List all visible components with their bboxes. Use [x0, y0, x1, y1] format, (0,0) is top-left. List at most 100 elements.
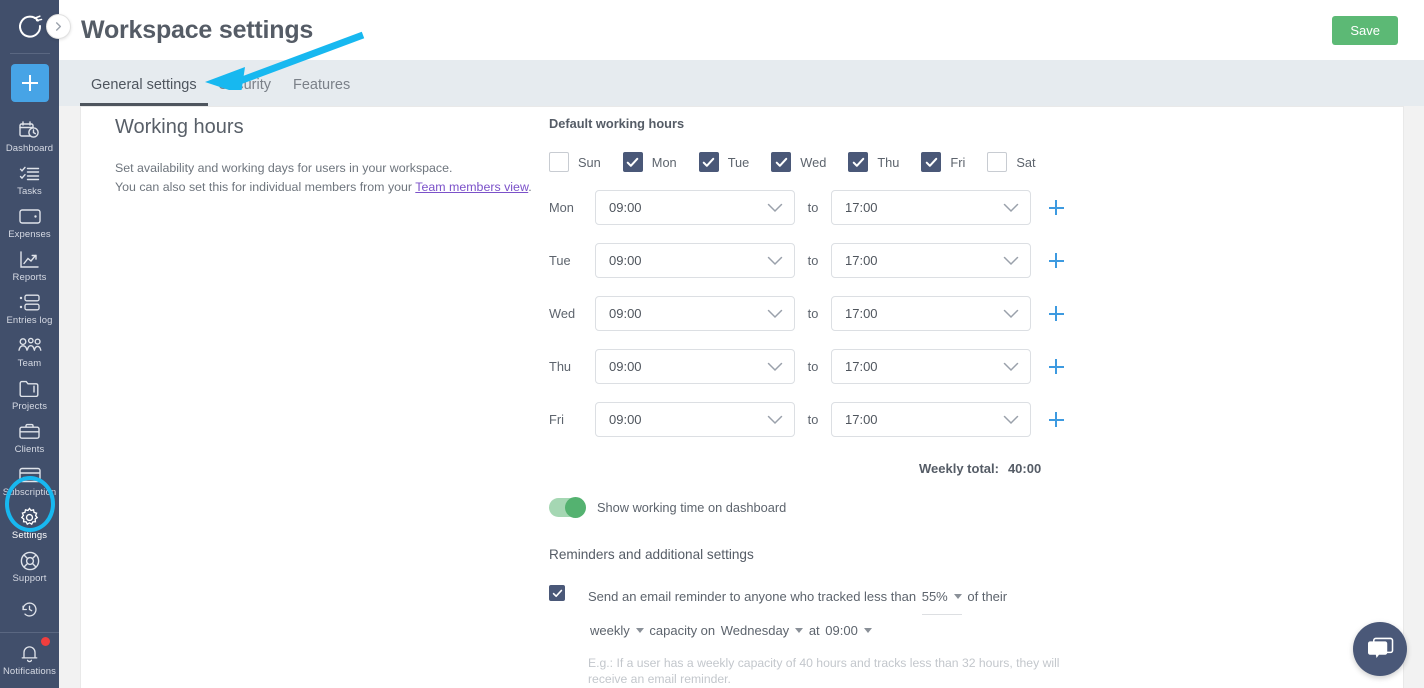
- caret-down-icon: [636, 628, 644, 633]
- sidebar-item-support[interactable]: Support: [0, 542, 59, 585]
- end-time-select-thu[interactable]: 17:00: [831, 349, 1031, 384]
- desc-line-1: Set availability and working days for us…: [115, 161, 452, 175]
- add-time-slot-button-thu[interactable]: [1047, 358, 1065, 376]
- add-time-slot-button-fri[interactable]: [1047, 411, 1065, 429]
- clockify-logo-icon: [17, 13, 43, 39]
- show-working-time-toggle[interactable]: [549, 498, 585, 517]
- add-time-slot-button-tue[interactable]: [1047, 252, 1065, 270]
- caret-down-icon: [795, 628, 803, 633]
- start-time-select-fri[interactable]: 09:00: [595, 402, 795, 437]
- desc-line-2-suffix: .: [528, 180, 531, 194]
- start-time-select-thu[interactable]: 09:00: [595, 349, 795, 384]
- checkbox-box: [623, 152, 643, 172]
- check-icon: [925, 157, 938, 168]
- chevron-down-icon: [767, 256, 783, 266]
- main-area: Workspace settings Save General settings…: [59, 0, 1424, 688]
- hours-row-thu: Thu 09:00 to 17:00: [549, 349, 1309, 384]
- day-label: Mon: [652, 155, 677, 170]
- email-reminder-checkbox[interactable]: [549, 585, 565, 601]
- start-time-select-mon[interactable]: 09:00: [595, 190, 795, 225]
- sidebar-item-tasks[interactable]: Tasks: [0, 155, 59, 198]
- hours-row-mon: Mon 09:00 to 17:00: [549, 190, 1309, 225]
- time-dropdown[interactable]: 09:00: [825, 615, 872, 646]
- team-members-view-link[interactable]: Team members view: [415, 180, 528, 194]
- start-time-select-wed[interactable]: 09:00: [595, 296, 795, 331]
- reports-icon: [19, 249, 40, 270]
- add-new-button[interactable]: [11, 64, 49, 102]
- sidebar-item-entries-log[interactable]: Entries log: [0, 284, 59, 327]
- day-checkbox-thu[interactable]: Thu: [848, 152, 899, 172]
- sidebar-item-clients[interactable]: Clients: [0, 413, 59, 456]
- day-checkbox-wed[interactable]: Wed: [771, 152, 826, 172]
- sidebar-item-projects[interactable]: Projects: [0, 370, 59, 413]
- support-icon: [20, 550, 40, 571]
- start-time-select-tue[interactable]: 09:00: [595, 243, 795, 278]
- show-working-time-row: Show working time on dashboard: [549, 498, 1309, 517]
- day-checkbox-sat[interactable]: Sat: [987, 152, 1035, 172]
- day-checkbox-mon[interactable]: Mon: [623, 152, 677, 172]
- add-time-slot-button-mon[interactable]: [1047, 199, 1065, 217]
- end-time-value: 17:00: [845, 253, 878, 268]
- save-button[interactable]: Save: [1332, 16, 1398, 45]
- sidebar-item-label: Settings: [12, 530, 47, 542]
- end-time-value: 17:00: [845, 412, 878, 427]
- history-button[interactable]: [0, 585, 59, 620]
- end-time-select-mon[interactable]: 17:00: [831, 190, 1031, 225]
- tab-features[interactable]: Features: [282, 77, 361, 106]
- period-dropdown[interactable]: weekly: [590, 615, 644, 646]
- gear-icon: [19, 507, 40, 528]
- app-root: Dashboard Tasks Expenses: [0, 0, 1424, 688]
- to-label: to: [795, 200, 831, 215]
- check-icon: [852, 157, 865, 168]
- sidebar-item-label: Projects: [12, 401, 47, 413]
- day-checkbox-fri[interactable]: Fri: [921, 152, 965, 172]
- bell-icon: [20, 643, 39, 664]
- expand-sidebar-button[interactable]: [46, 14, 71, 39]
- plus-icon: [1049, 253, 1064, 268]
- period-value: weekly: [590, 615, 630, 646]
- top-bar: Workspace settings Save: [59, 0, 1424, 60]
- notification-badge: [41, 637, 50, 646]
- hours-row-tue: Tue 09:00 to 17:00: [549, 243, 1309, 278]
- end-time-select-fri[interactable]: 17:00: [831, 402, 1031, 437]
- working-hours-form: Default working hours Sun Mon: [549, 116, 1309, 687]
- start-time-value: 09:00: [609, 253, 642, 268]
- sidebar-item-notifications[interactable]: Notifications: [0, 633, 59, 678]
- checkbox-box: [699, 152, 719, 172]
- percent-dropdown[interactable]: 55%: [922, 581, 962, 615]
- chevron-down-icon: [1003, 362, 1019, 372]
- sidebar-item-subscription[interactable]: Subscription: [0, 456, 59, 499]
- sidebar-item-reports[interactable]: Reports: [0, 241, 59, 284]
- day-checkbox-tue[interactable]: Tue: [699, 152, 750, 172]
- plus-icon: [1049, 306, 1064, 321]
- sidebar-item-settings[interactable]: Settings: [0, 499, 59, 542]
- day-label: Sat: [1016, 155, 1035, 170]
- clients-icon: [19, 421, 40, 442]
- chevron-down-icon: [1003, 203, 1019, 213]
- end-time-select-wed[interactable]: 17:00: [831, 296, 1031, 331]
- row-day-label: Fri: [549, 412, 595, 427]
- tasks-icon: [19, 163, 40, 184]
- tab-general-settings[interactable]: General settings: [80, 77, 208, 106]
- chat-support-button[interactable]: [1353, 622, 1407, 676]
- sidebar-item-team[interactable]: Team: [0, 327, 59, 370]
- sidebar-item-expenses[interactable]: Expenses: [0, 198, 59, 241]
- start-time-value: 09:00: [609, 412, 642, 427]
- day-dropdown[interactable]: Wednesday: [721, 615, 803, 646]
- caret-down-icon: [864, 628, 872, 633]
- check-icon: [626, 157, 639, 168]
- history-clock-icon: [21, 599, 38, 620]
- subscription-icon: [19, 464, 41, 485]
- weekly-total: Weekly total:40:00: [919, 461, 1309, 476]
- tab-security[interactable]: Security: [208, 77, 282, 106]
- sidebar-item-label: Team: [18, 358, 42, 370]
- day-checkbox-sun[interactable]: Sun: [549, 152, 601, 172]
- sidebar-item-dashboard[interactable]: Dashboard: [0, 112, 59, 155]
- projects-icon: [19, 378, 40, 399]
- sidebar-item-label: Expenses: [8, 229, 51, 241]
- plus-icon: [22, 75, 38, 91]
- add-time-slot-button-wed[interactable]: [1047, 305, 1065, 323]
- checkbox-box: [549, 152, 569, 172]
- end-time-select-tue[interactable]: 17:00: [831, 243, 1031, 278]
- chevron-down-icon: [1003, 256, 1019, 266]
